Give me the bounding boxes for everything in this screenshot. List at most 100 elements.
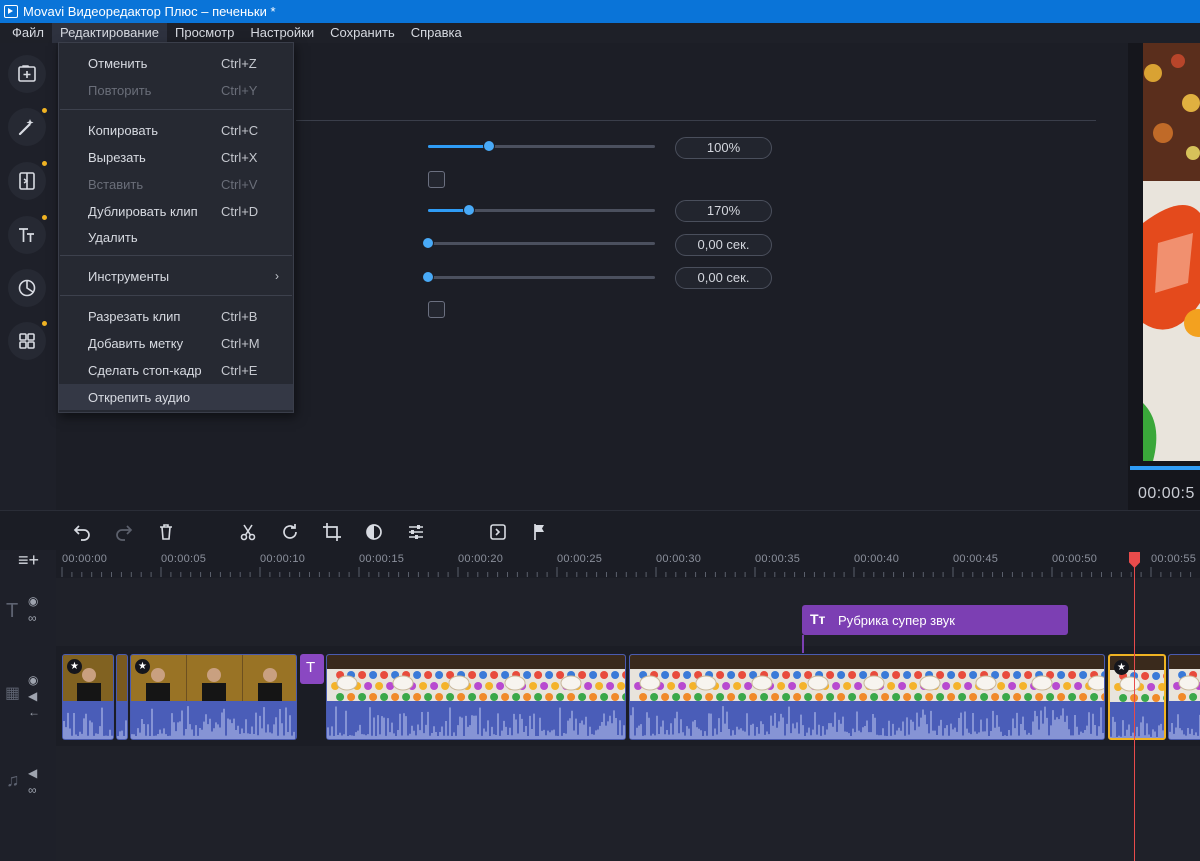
edit-menu-dropdown: Отменить Ctrl+Z Повторить Ctrl+Y Копироват… (58, 42, 294, 413)
menu-file[interactable]: Файл (0, 23, 52, 43)
add-track-icon[interactable]: ≡+ (18, 550, 39, 571)
preview-video[interactable] (1143, 43, 1200, 461)
selected-video-clip[interactable]: ★ (1108, 654, 1166, 740)
add-media-button[interactable] (8, 55, 46, 93)
filters-button[interactable] (8, 269, 46, 307)
menu-item-paste[interactable]: Вставить Ctrl+V (59, 171, 293, 197)
speaker-icon[interactable]: ◀ (28, 766, 37, 780)
preview-frame (1143, 43, 1200, 461)
slider-4[interactable] (422, 271, 655, 283)
video-track-icon: ▦ (5, 685, 21, 702)
link-icon[interactable]: ∞ (28, 783, 37, 797)
undo-button[interactable] (72, 522, 92, 542)
title-bar: Movavi Видеоредактор Плюс – печеньки * (0, 0, 1200, 23)
add-marker-button[interactable] (530, 522, 550, 542)
slider-knob[interactable] (422, 271, 434, 283)
undo-icon (73, 525, 90, 541)
preview-timecode: 00:00:5 (1138, 485, 1195, 502)
video-clip[interactable] (326, 654, 626, 740)
menu-item-cut[interactable]: Вырезать Ctrl+X (59, 144, 293, 170)
ruler-label: 00:00:10 (260, 553, 306, 565)
ruler-ticks (61, 567, 1192, 577)
video-clip[interactable] (629, 654, 1105, 740)
video-clip[interactable] (116, 654, 128, 740)
menu-save[interactable]: Сохранить (322, 23, 403, 43)
menu-item-delete[interactable]: Удалить (59, 224, 293, 250)
slider-1[interactable] (428, 140, 655, 152)
menu-item-undo[interactable]: Отменить Ctrl+Z (59, 50, 293, 76)
menu-item-redo[interactable]: Повторить Ctrl+Y (59, 77, 293, 103)
eye-icon[interactable]: ◉ (28, 594, 38, 608)
more-tools-button[interactable] (8, 322, 46, 360)
transition-wizard-button[interactable] (488, 522, 508, 542)
ruler-label: 00:00:30 (656, 553, 702, 565)
value-field-4[interactable]: 0,00 сек. (675, 267, 772, 289)
ruler-label: 00:00:55 (1151, 553, 1197, 565)
video-clip[interactable] (1168, 654, 1200, 740)
titles-icon (19, 228, 34, 242)
menu-bar: Файл Редактирование Просмотр Настройки С… (0, 23, 1200, 43)
crop-icon (323, 523, 341, 541)
star-icon: ★ (135, 659, 150, 674)
menu-separator (60, 255, 292, 256)
slider-knob[interactable] (422, 237, 434, 249)
filters-icon (18, 279, 36, 297)
timeline-ruler[interactable]: 00:00:00 00:00:05 00:00:10 00:00:15 00:0… (56, 550, 1200, 578)
value-field-1[interactable]: 100% (675, 137, 772, 159)
scissors-icon (240, 524, 256, 541)
checkbox-2[interactable] (428, 301, 445, 318)
menu-separator (60, 295, 292, 296)
add-media-icon (18, 65, 36, 82)
titles-button[interactable] (8, 216, 46, 254)
slider-3[interactable] (422, 237, 655, 249)
notification-dot (42, 215, 47, 220)
slider-2[interactable] (428, 204, 655, 216)
menu-help[interactable]: Справка (403, 23, 470, 43)
menu-edit[interactable]: Редактирование (51, 23, 167, 43)
cut-button[interactable] (238, 522, 258, 542)
audio-waveform (131, 701, 296, 739)
menu-item-add-marker[interactable]: Добавить метку Ctrl+M (59, 330, 293, 356)
value-field-2[interactable]: 170% (675, 200, 772, 222)
title-clip[interactable]: Tт Рубрика супер звук (802, 605, 1068, 635)
rotate-button[interactable] (280, 522, 300, 542)
transition-marker[interactable]: T (300, 654, 324, 684)
color-adjust-button[interactable] (364, 522, 384, 542)
slider-knob[interactable] (462, 204, 475, 216)
playhead-line (1134, 562, 1135, 861)
menu-settings[interactable]: Настройки (242, 23, 322, 43)
menu-item-split-clip[interactable]: Разрезать клип Ctrl+B (59, 303, 293, 329)
transition-wizard-icon (490, 524, 506, 540)
transitions-button[interactable] (8, 162, 46, 200)
value-field-3[interactable]: 0,00 сек. (675, 234, 772, 256)
ruler-label: 00:00:40 (854, 553, 900, 565)
preview-progress-bar[interactable] (1130, 466, 1200, 470)
timeline-toolbar (0, 510, 1200, 550)
checkbox-1[interactable] (428, 171, 445, 188)
slider-knob[interactable] (483, 140, 496, 152)
menu-item-copy[interactable]: Копировать Ctrl+C (59, 117, 293, 143)
audio-waveform (117, 701, 127, 739)
video-clip[interactable]: ★ (130, 654, 297, 740)
menu-item-tools[interactable]: Инструменты › (59, 263, 293, 289)
trash-icon (160, 524, 172, 540)
crop-button[interactable] (322, 522, 342, 542)
speaker-icon[interactable]: ◀ (28, 689, 37, 703)
link-icon[interactable]: ∞ (28, 611, 37, 625)
menu-view[interactable]: Просмотр (167, 23, 242, 43)
notification-dot (42, 161, 47, 166)
clip-thumbnail (327, 655, 625, 701)
video-clip[interactable]: ★ (62, 654, 114, 740)
effects-button[interactable] (8, 108, 46, 146)
eye-icon[interactable]: ◉ (28, 673, 38, 687)
arrow-left-icon[interactable]: ← (28, 705, 40, 719)
star-icon: ★ (1114, 660, 1129, 675)
delete-button[interactable] (156, 522, 176, 542)
redo-button[interactable] (114, 522, 134, 542)
menu-item-detach-audio[interactable]: Открепить аудио (59, 384, 293, 410)
star-icon: ★ (67, 659, 82, 674)
ruler-label: 00:00:35 (755, 553, 801, 565)
menu-item-freeze-frame[interactable]: Сделать стоп-кадр Ctrl+E (59, 357, 293, 383)
clip-properties-button[interactable] (406, 522, 426, 542)
menu-item-duplicate[interactable]: Дублировать клип Ctrl+D (59, 198, 293, 224)
